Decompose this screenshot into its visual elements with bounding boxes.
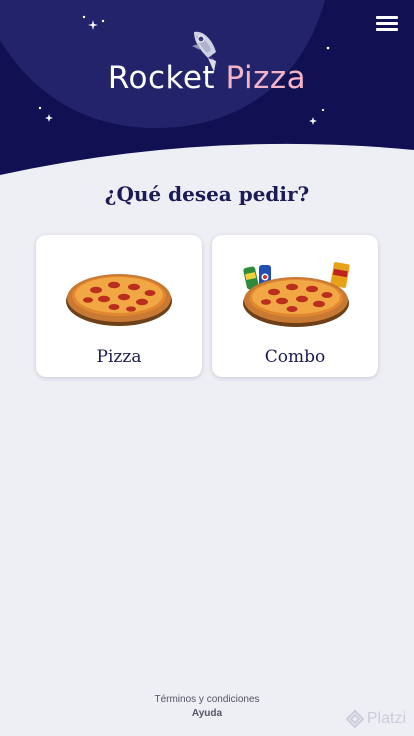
option-card-combo[interactable]: Combo xyxy=(212,235,378,377)
pizza-image xyxy=(66,274,172,326)
logo-word-pizza: Pizza xyxy=(225,60,307,96)
platzi-logo-icon xyxy=(345,710,364,728)
platzi-text: Platzi xyxy=(366,710,406,727)
combo-image xyxy=(243,262,350,327)
option-label-combo: Combo xyxy=(264,347,326,367)
logo-word-rocket: Rocket xyxy=(107,60,216,96)
platzi-watermark: Platzi xyxy=(345,710,406,728)
page-title: ¿Qué desea pedir? xyxy=(104,182,310,206)
hamburger-menu-icon[interactable] xyxy=(376,14,398,34)
terms-link[interactable]: Términos y condiciones xyxy=(0,693,414,707)
app-logo[interactable]: Rocket Pizza xyxy=(0,60,414,96)
app-header: Rocket Pizza xyxy=(0,0,414,175)
option-label-pizza: Pizza xyxy=(96,347,142,367)
option-card-pizza[interactable]: Pizza xyxy=(36,235,202,377)
